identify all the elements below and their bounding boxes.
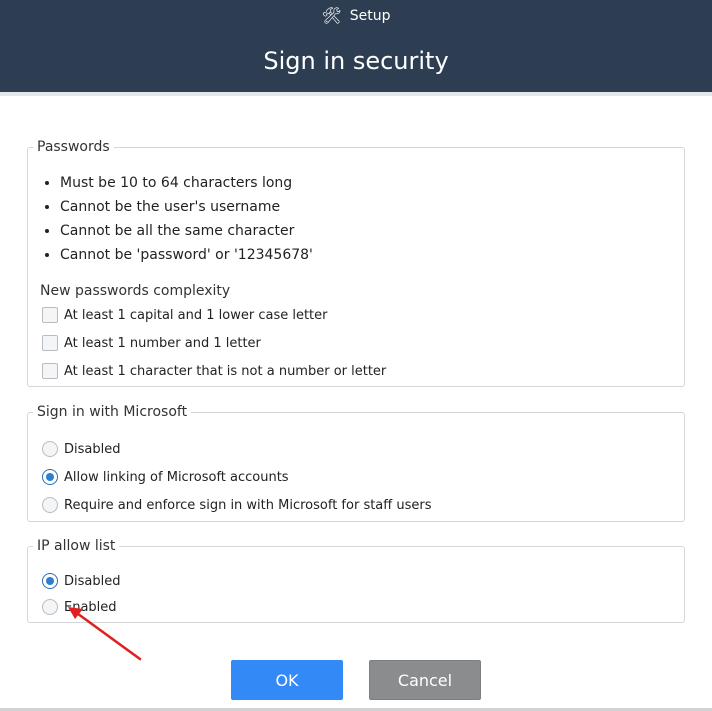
complexity-option-label: At least 1 capital and 1 lower case lett… <box>64 307 328 323</box>
radio-button[interactable] <box>42 497 58 513</box>
password-rule: Cannot be 'password' or '12345678' <box>60 243 313 267</box>
complexity-option-label: At least 1 number and 1 letter <box>64 335 261 351</box>
ip-option-label: Disabled <box>64 573 121 589</box>
checkbox[interactable] <box>42 307 58 323</box>
password-rule: Cannot be the user's username <box>60 195 313 219</box>
microsoft-option-label: Require and enforce sign in with Microso… <box>64 497 432 513</box>
radio-button[interactable] <box>42 469 58 485</box>
microsoft-legend: Sign in with Microsoft <box>37 404 188 420</box>
cancel-button[interactable]: Cancel <box>369 660 481 700</box>
complexity-option-symbol[interactable]: At least 1 character that is not a numbe… <box>42 360 386 382</box>
radio-button[interactable] <box>42 573 58 589</box>
header-section-label: Setup <box>349 8 391 24</box>
ok-button[interactable]: OK <box>231 660 343 700</box>
header-divider <box>0 92 712 96</box>
tools-icon: 🛠︎ <box>321 6 342 25</box>
microsoft-option-allow-linking[interactable]: Allow linking of Microsoft accounts <box>42 466 289 488</box>
microsoft-option-disabled[interactable]: Disabled <box>42 438 120 460</box>
ip-allow-list-legend: IP allow list <box>37 538 116 554</box>
complexity-option-case[interactable]: At least 1 capital and 1 lower case lett… <box>42 304 328 326</box>
ip-option-disabled[interactable]: Disabled <box>42 570 120 592</box>
microsoft-option-label: Allow linking of Microsoft accounts <box>64 469 289 485</box>
passwords-group: Passwords Must be 10 to 64 characters lo… <box>27 139 685 387</box>
passwords-legend: Passwords <box>37 139 110 155</box>
checkbox[interactable] <box>42 335 58 351</box>
annotation-arrow-icon <box>68 607 142 661</box>
radio-button[interactable] <box>42 599 58 615</box>
complexity-option-number[interactable]: At least 1 number and 1 letter <box>42 332 261 354</box>
password-rules-list: Must be 10 to 64 characters long Cannot … <box>28 171 313 267</box>
page-header: 🛠︎ Setup Sign in security <box>0 0 712 92</box>
microsoft-option-label: Disabled <box>64 441 121 457</box>
complexity-option-label: At least 1 character that is not a numbe… <box>64 363 387 379</box>
microsoft-signin-group: Sign in with Microsoft Disabled Allow li… <box>27 404 685 522</box>
radio-button[interactable] <box>42 441 58 457</box>
complexity-heading: New passwords complexity <box>40 283 231 299</box>
password-rule: Cannot be all the same character <box>60 219 313 243</box>
password-rule: Must be 10 to 64 characters long <box>60 171 313 195</box>
checkbox[interactable] <box>42 363 58 379</box>
microsoft-option-require[interactable]: Require and enforce sign in with Microso… <box>42 494 432 516</box>
header-section: 🛠︎ Setup <box>0 6 712 25</box>
page-title: Sign in security <box>263 47 449 75</box>
